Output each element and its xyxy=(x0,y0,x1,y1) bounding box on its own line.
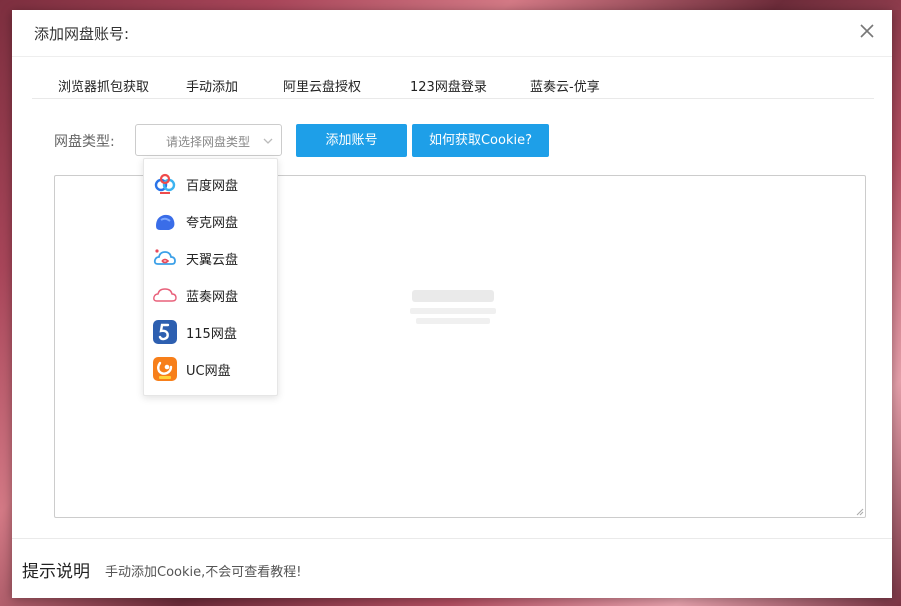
dialog-title: 添加网盘账号: xyxy=(34,25,130,43)
115-netdisk-icon xyxy=(153,320,177,344)
lanzou-netdisk-icon xyxy=(153,288,177,302)
tab-browser-capture[interactable]: 浏览器抓包获取 xyxy=(58,76,149,95)
tab-lanzou-premium[interactable]: 蓝奏云-优享 xyxy=(530,76,600,95)
dropdown-item-label: 夸克网盘 xyxy=(186,216,239,231)
watermark-graphic xyxy=(410,290,496,324)
tab-manual-add[interactable]: 手动添加 xyxy=(186,76,238,95)
netdisk-type-select[interactable]: 请选择网盘类型 xyxy=(135,124,282,156)
netdisk-type-label: 网盘类型: xyxy=(54,134,115,150)
tips-section: 提示说明 手动添加Cookie,不会可查看教程! xyxy=(12,538,892,598)
dropdown-item-label: 蓝奏网盘 xyxy=(186,290,239,305)
add-account-button[interactable]: 添加账号 xyxy=(296,124,407,157)
tab-bar: 浏览器抓包获取 手动添加 阿里云盘授权 123网盘登录 蓝奏云-优享 xyxy=(32,70,874,99)
uc-netdisk-icon xyxy=(153,357,177,381)
netdisk-type-dropdown: 百度网盘 夸克网盘 天翼云盘 蓝奏网盘 115网盘 UC网盘 xyxy=(143,158,278,396)
dropdown-item-lanzou[interactable]: 蓝奏网盘 xyxy=(144,276,277,312)
tianyi-cloud-icon xyxy=(153,249,176,265)
dropdown-item-label: 百度网盘 xyxy=(186,179,239,194)
dropdown-item-quark[interactable]: 夸克网盘 xyxy=(144,202,277,238)
select-placeholder: 请选择网盘类型 xyxy=(166,135,251,149)
dropdown-item-label: 天翼云盘 xyxy=(186,253,239,268)
quark-netdisk-icon xyxy=(156,214,175,230)
dropdown-item-uc[interactable]: UC网盘 xyxy=(144,350,277,386)
close-icon[interactable] xyxy=(858,22,876,40)
dialog-header: 添加网盘账号: xyxy=(12,10,892,57)
tab-aliyun-auth[interactable]: 阿里云盘授权 xyxy=(283,76,361,95)
dropdown-item-label: 115网盘 xyxy=(186,327,237,342)
dropdown-item-label: UC网盘 xyxy=(186,364,231,379)
how-get-cookie-button[interactable]: 如何获取Cookie? xyxy=(412,124,549,157)
baidu-netdisk-icon xyxy=(154,173,176,194)
add-account-dialog: 添加网盘账号: 浏览器抓包获取 手动添加 阿里云盘授权 123网盘登录 蓝奏云-… xyxy=(12,10,892,598)
tips-title: 提示说明 xyxy=(22,562,90,582)
resize-handle-icon[interactable] xyxy=(855,507,864,516)
tab-123-login[interactable]: 123网盘登录 xyxy=(410,76,487,95)
dropdown-item-tianyi[interactable]: 天翼云盘 xyxy=(144,239,277,275)
dropdown-item-baidu[interactable]: 百度网盘 xyxy=(144,165,277,201)
dropdown-item-115[interactable]: 115网盘 xyxy=(144,313,277,349)
tips-text: 手动添加Cookie,不会可查看教程! xyxy=(105,565,302,580)
chevron-down-icon xyxy=(263,138,273,144)
